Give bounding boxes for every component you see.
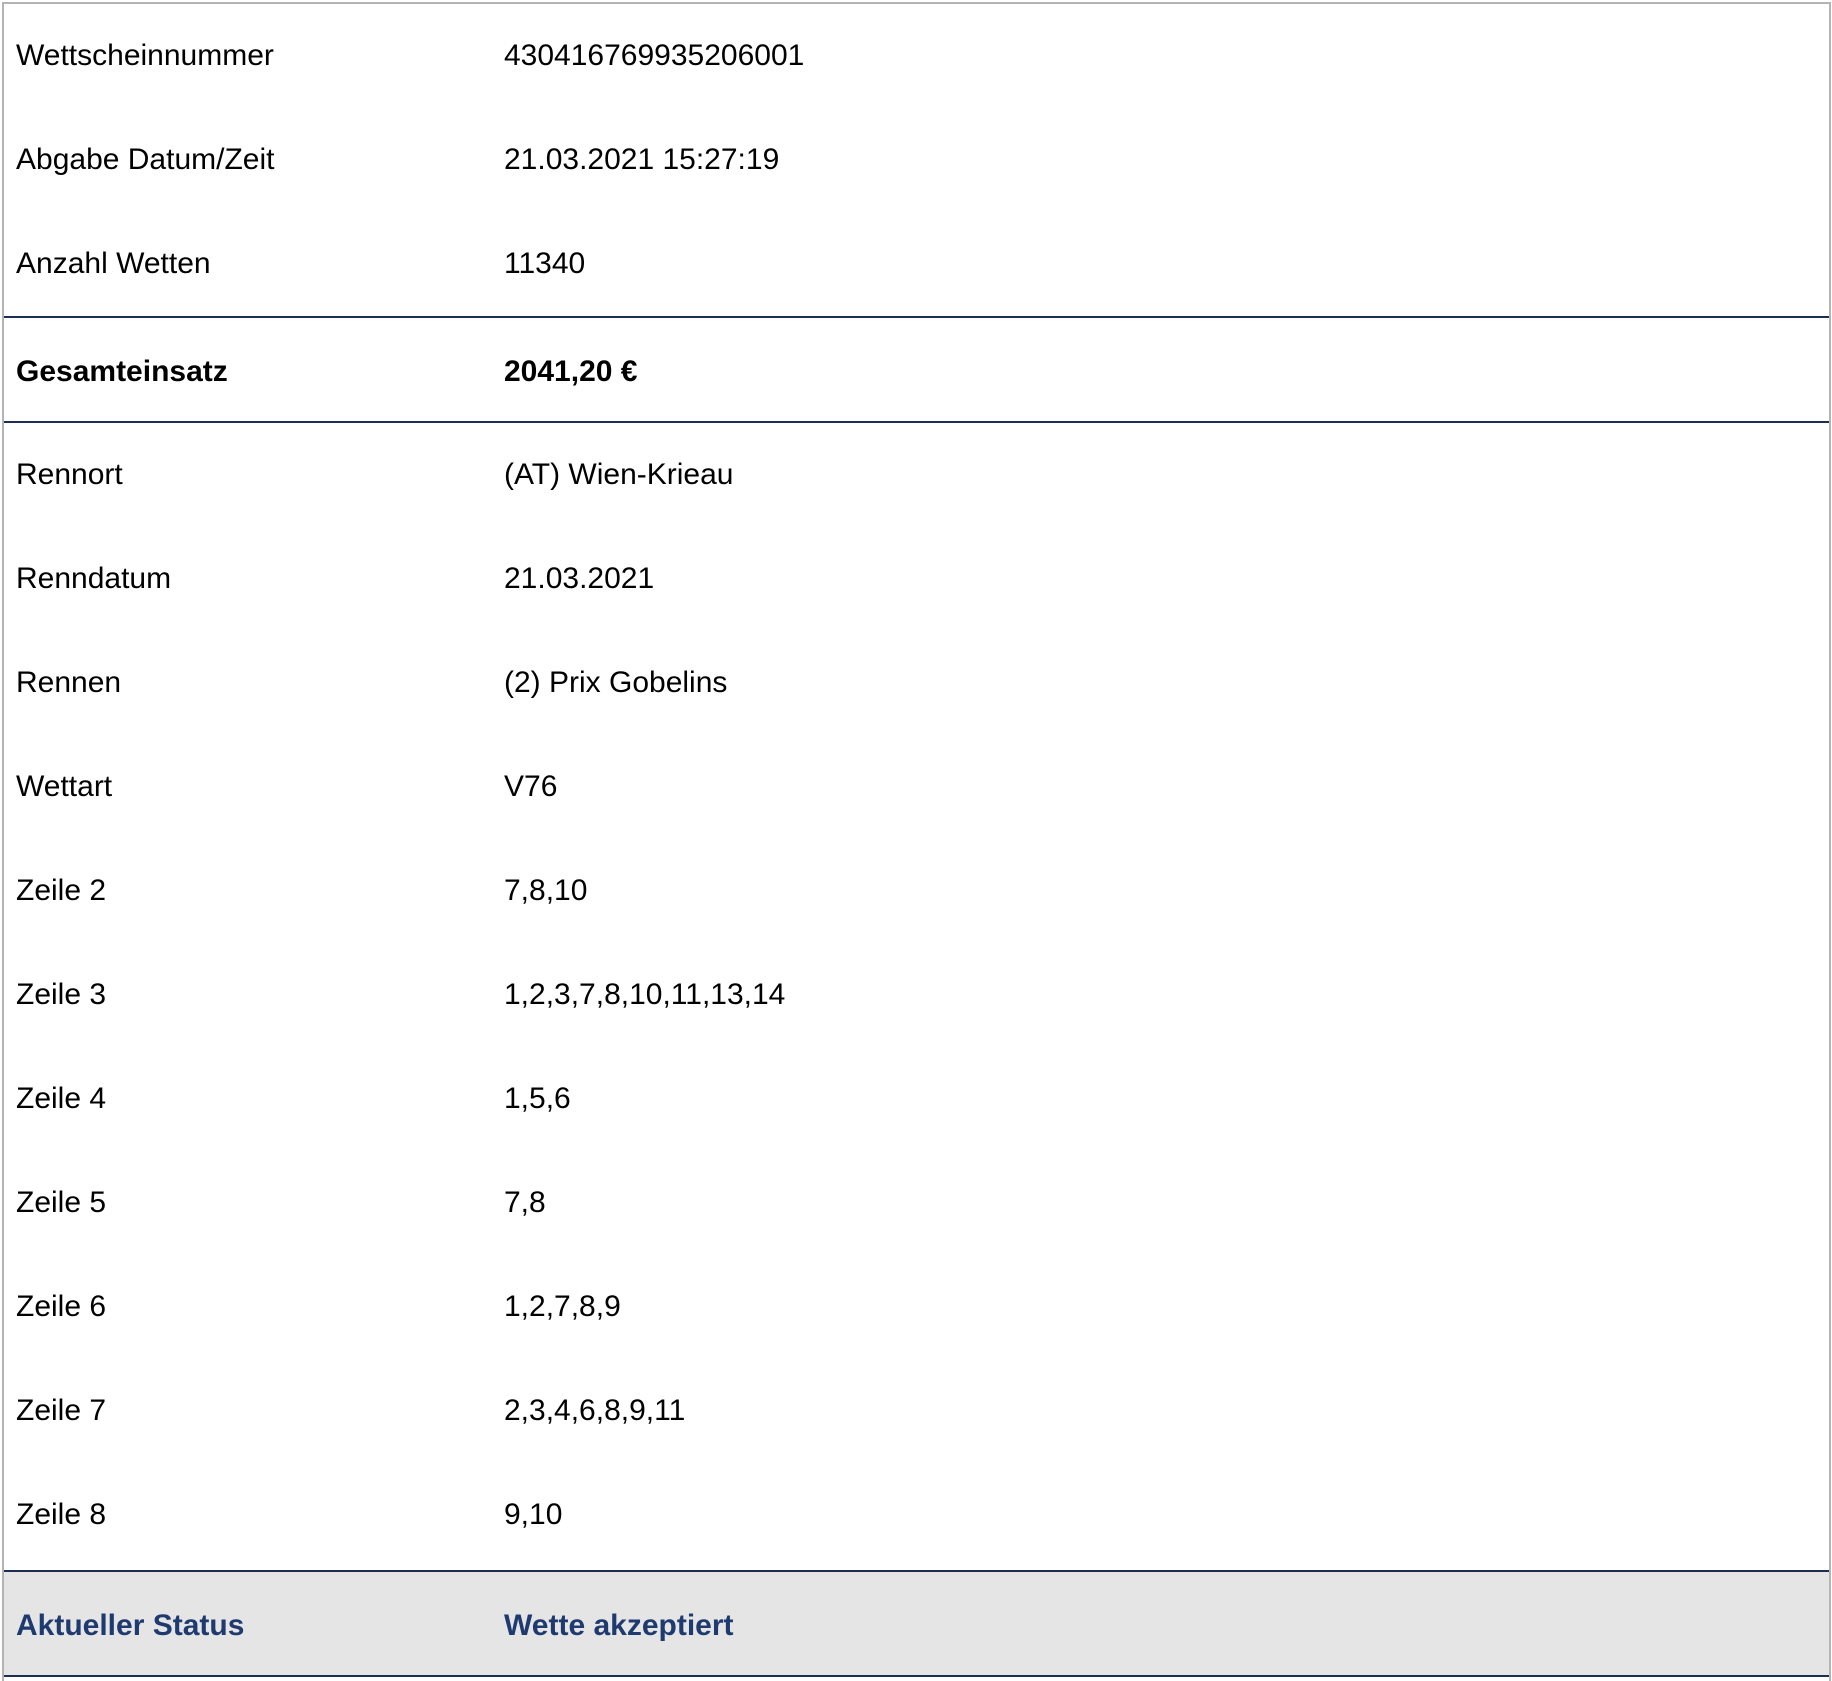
ticket-number-value: 430416769935206001 [504, 39, 805, 72]
bet-type-row: Wettart V76 [4, 735, 1829, 839]
line-4-value: 1,5,6 [504, 1082, 571, 1115]
race-venue-row: Rennort (AT) Wien-Krieau [4, 423, 1829, 527]
race-row: Rennen (2) Prix Gobelins [4, 631, 1829, 735]
line-5-row: Zeile 5 7,8 [4, 1151, 1829, 1255]
line-5-value: 7,8 [504, 1186, 546, 1219]
line-7-label: Zeile 7 [16, 1394, 107, 1427]
line-4-label: Zeile 4 [16, 1082, 107, 1115]
line-8-label: Zeile 8 [16, 1498, 107, 1531]
ticket-number-row: Wettscheinnummer 430416769935206001 [4, 4, 1829, 108]
submission-datetime-row: Abgabe Datum/Zeit 21.03.2021 15:27:19 [4, 108, 1829, 212]
line-3-row: Zeile 3 1,2,3,7,8,10,11,13,14 [4, 943, 1829, 1047]
bet-type-label: Wettart [16, 770, 113, 803]
current-status-value: Wette akzeptiert [504, 1608, 734, 1642]
line-2-value: 7,8,10 [504, 874, 588, 907]
line-8-value: 9,10 [504, 1498, 563, 1531]
line-6-value: 1,2,7,8,9 [504, 1290, 621, 1323]
line-5-label: Zeile 5 [16, 1186, 107, 1219]
race-venue-value: (AT) Wien-Krieau [504, 458, 734, 491]
race-label: Rennen [16, 666, 122, 699]
current-status-row: Aktueller Status Wette akzeptiert [4, 1570, 1829, 1677]
race-date-value: 21.03.2021 [504, 562, 655, 595]
total-stake-label: Gesamteinsatz [16, 354, 228, 388]
total-stake-value: 2041,20 € [504, 354, 638, 388]
line-2-label: Zeile 2 [16, 874, 107, 907]
submission-datetime-label: Abgabe Datum/Zeit [16, 143, 275, 176]
current-status-label: Aktueller Status [16, 1608, 245, 1642]
line-2-row: Zeile 2 7,8,10 [4, 839, 1829, 943]
line-3-value: 1,2,3,7,8,10,11,13,14 [504, 978, 786, 1011]
race-value: (2) Prix Gobelins [504, 666, 728, 699]
line-7-value: 2,3,4,6,8,9,11 [504, 1394, 686, 1427]
submission-datetime-value: 21.03.2021 15:27:19 [504, 143, 780, 176]
race-venue-label: Rennort [16, 458, 123, 491]
line-6-row: Zeile 6 1,2,7,8,9 [4, 1255, 1829, 1359]
total-stake-row: Gesamteinsatz 2041,20 € [4, 316, 1829, 423]
ticket-number-label: Wettscheinnummer [16, 39, 274, 72]
race-date-row: Renndatum 21.03.2021 [4, 527, 1829, 631]
line-7-row: Zeile 7 2,3,4,6,8,9,11 [4, 1359, 1829, 1463]
bet-count-label: Anzahl Wetten [16, 247, 211, 280]
line-4-row: Zeile 4 1,5,6 [4, 1047, 1829, 1151]
bet-ticket-details: Wettscheinnummer 430416769935206001 Abga… [2, 2, 1831, 1681]
bet-type-value: V76 [504, 770, 558, 803]
line-3-label: Zeile 3 [16, 978, 107, 1011]
line-8-row: Zeile 8 9,10 [4, 1463, 1829, 1567]
bet-count-value: 11340 [504, 247, 586, 280]
line-6-label: Zeile 6 [16, 1290, 107, 1323]
bet-count-row: Anzahl Wetten 11340 [4, 212, 1829, 316]
race-date-label: Renndatum [16, 562, 172, 595]
